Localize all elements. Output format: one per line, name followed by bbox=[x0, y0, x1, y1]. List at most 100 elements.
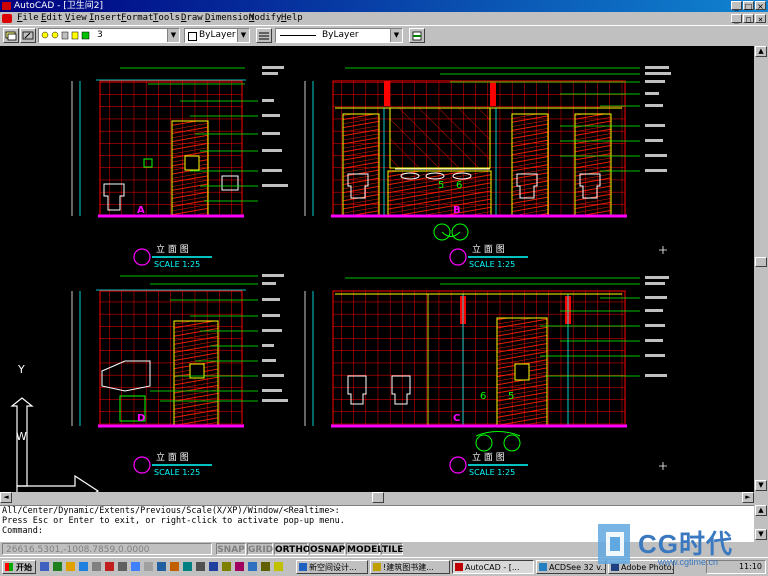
task-autocad[interactable]: AutoCAD - [... bbox=[452, 560, 534, 574]
linetype-sample bbox=[280, 35, 316, 36]
menu-view[interactable]: View bbox=[65, 12, 87, 25]
color-value: ByLayer bbox=[199, 30, 236, 40]
view-d-letter: D bbox=[137, 413, 146, 424]
task-label: 新空间设计... bbox=[309, 563, 357, 572]
chevron-down-icon: ▼ bbox=[167, 29, 179, 42]
lineweight-icon bbox=[412, 31, 422, 41]
quick-launch-icons[interactable] bbox=[40, 561, 290, 573]
acdsee-icon bbox=[539, 563, 547, 571]
chevron-down-icon: ▼ bbox=[390, 29, 402, 42]
view-b-title: 立 面 图 bbox=[472, 245, 505, 255]
task-building-books[interactable]: !建筑图书建... bbox=[370, 560, 450, 574]
elevation-a bbox=[71, 66, 288, 218]
layer-value: 3 bbox=[97, 30, 103, 40]
maximize-button[interactable]: □ bbox=[743, 1, 754, 11]
tile-toggle[interactable]: TILE bbox=[381, 543, 403, 555]
layer-current-icon bbox=[22, 31, 34, 40]
chevron-down-icon: ▼ bbox=[237, 29, 249, 42]
layers-button[interactable] bbox=[3, 28, 19, 43]
task-new-space-design[interactable]: 新空间设计... bbox=[296, 560, 368, 574]
title-bar: AutoCAD - [卫生间2] _ □ × bbox=[0, 0, 768, 12]
linetype-button[interactable] bbox=[256, 28, 272, 43]
scroll-down-button[interactable]: ▼ bbox=[755, 480, 767, 491]
window-title: AutoCAD - [卫生间2] bbox=[14, 1, 103, 11]
view-d-title: 立 面 图 bbox=[156, 453, 189, 463]
watermark-url: www.cgtime.cn bbox=[658, 557, 719, 567]
make-object-layer-current-button[interactable] bbox=[20, 28, 36, 43]
vertical-scroll-thumb[interactable] bbox=[755, 257, 767, 267]
view-a-letter: A bbox=[137, 205, 145, 216]
properties-toolbar: 3 ▼ ByLayer ▼ ByLayer ▼ bbox=[0, 25, 768, 47]
doc-maximize-button[interactable]: □ bbox=[743, 14, 754, 24]
elevation-c bbox=[304, 276, 669, 428]
linetype-control-dropdown[interactable]: ByLayer ▼ bbox=[275, 28, 403, 43]
color-control-dropdown[interactable]: ByLayer ▼ bbox=[184, 28, 250, 43]
minimize-button[interactable]: _ bbox=[731, 1, 742, 11]
color-swatch-icon bbox=[188, 32, 197, 41]
task-label: !建筑图书建... bbox=[383, 563, 434, 572]
command-scroll-up-button[interactable]: ▲ bbox=[755, 505, 767, 516]
grid-toggle[interactable]: GRID bbox=[247, 543, 273, 555]
watermark-brand: CG时代 bbox=[638, 529, 734, 559]
scroll-right-button[interactable]: ► bbox=[742, 492, 754, 503]
linetype-icon bbox=[259, 32, 269, 40]
osnap-toggle[interactable]: OSNAP bbox=[309, 543, 345, 555]
menu-modify[interactable]: Modify bbox=[249, 12, 282, 25]
horizontal-scrollbar[interactable]: ◄ ► bbox=[0, 492, 754, 504]
menu-dimension[interactable]: Dimension bbox=[205, 12, 254, 25]
autocad-app-icon[interactable] bbox=[2, 2, 11, 10]
model-toggle[interactable]: MODEL bbox=[346, 543, 383, 555]
autocad-icon bbox=[455, 563, 463, 571]
start-label: 开始 bbox=[16, 563, 32, 572]
elevation-drawing bbox=[10, 66, 749, 508]
view-a-title: 立 面 图 bbox=[156, 245, 189, 255]
elevation-d bbox=[71, 274, 288, 428]
window-icon bbox=[299, 563, 307, 571]
view-a-scale: SCALE 1:25 bbox=[154, 260, 201, 269]
menu-draw[interactable]: Draw bbox=[181, 12, 203, 25]
section-b-left: 5 bbox=[438, 180, 445, 191]
scroll-up-button[interactable]: ▲ bbox=[755, 46, 767, 57]
menu-help[interactable]: Help bbox=[281, 12, 303, 25]
menu-edit[interactable]: Edit bbox=[41, 12, 63, 25]
document-icon[interactable] bbox=[2, 14, 12, 23]
view-c-letter: C bbox=[453, 413, 461, 424]
section-mark-c bbox=[475, 431, 521, 452]
layers-icon bbox=[5, 31, 17, 41]
menu-format[interactable]: Format bbox=[121, 12, 154, 25]
coordinate-display[interactable]: 26616.5301,-1008.7859,0.0000 bbox=[2, 543, 212, 555]
horizontal-scroll-thumb[interactable] bbox=[372, 492, 384, 503]
vertical-scrollbar[interactable]: ▲ ▼ bbox=[754, 46, 768, 504]
folder-icon bbox=[373, 563, 381, 571]
view-c-scale: SCALE 1:25 bbox=[469, 468, 516, 477]
task-label: AutoCAD - [... bbox=[465, 563, 520, 572]
view-d-scale: SCALE 1:25 bbox=[154, 468, 201, 477]
view-b-letter: B bbox=[453, 205, 461, 216]
start-button[interactable]: 开始 bbox=[2, 560, 36, 574]
menu-file[interactable]: File bbox=[17, 12, 39, 25]
menu-bar: File Edit View Insert Format Tools Draw … bbox=[0, 12, 768, 25]
cg-logo-icon bbox=[598, 524, 630, 564]
windows-logo-icon bbox=[5, 563, 13, 571]
scroll-left-button[interactable]: ◄ bbox=[0, 492, 12, 503]
ortho-toggle[interactable]: ORTHO bbox=[274, 543, 311, 555]
watermark-logo: CG时代 www.cgtime.cn bbox=[596, 520, 768, 575]
snap-toggle[interactable]: SNAP bbox=[216, 543, 246, 555]
lineweight-button[interactable] bbox=[409, 28, 425, 43]
command-history-line-1: All/Center/Dynamic/Extents/Previous/Scal… bbox=[2, 506, 340, 516]
doc-minimize-button[interactable]: _ bbox=[731, 14, 742, 24]
elevation-b bbox=[304, 66, 671, 218]
menu-insert[interactable]: Insert bbox=[89, 12, 122, 25]
menu-tools[interactable]: Tools bbox=[153, 12, 180, 25]
section-mark-b bbox=[433, 223, 469, 241]
ucs-w-label: W bbox=[16, 430, 27, 443]
linetype-value: ByLayer bbox=[322, 30, 359, 40]
section-c-left: 6 bbox=[480, 391, 487, 402]
doc-close-button[interactable]: × bbox=[755, 14, 766, 24]
layer-control-dropdown[interactable]: 3 ▼ bbox=[38, 28, 180, 43]
section-c-right: 5 bbox=[508, 391, 515, 402]
ucs-y-label: Y bbox=[18, 363, 25, 376]
close-button[interactable]: × bbox=[755, 1, 766, 11]
drawing-area[interactable]: A 立 面 图 SCALE 1:25 B 立 面 图 SCALE 1:25 D … bbox=[0, 46, 754, 508]
layer-state-icons bbox=[41, 31, 90, 40]
